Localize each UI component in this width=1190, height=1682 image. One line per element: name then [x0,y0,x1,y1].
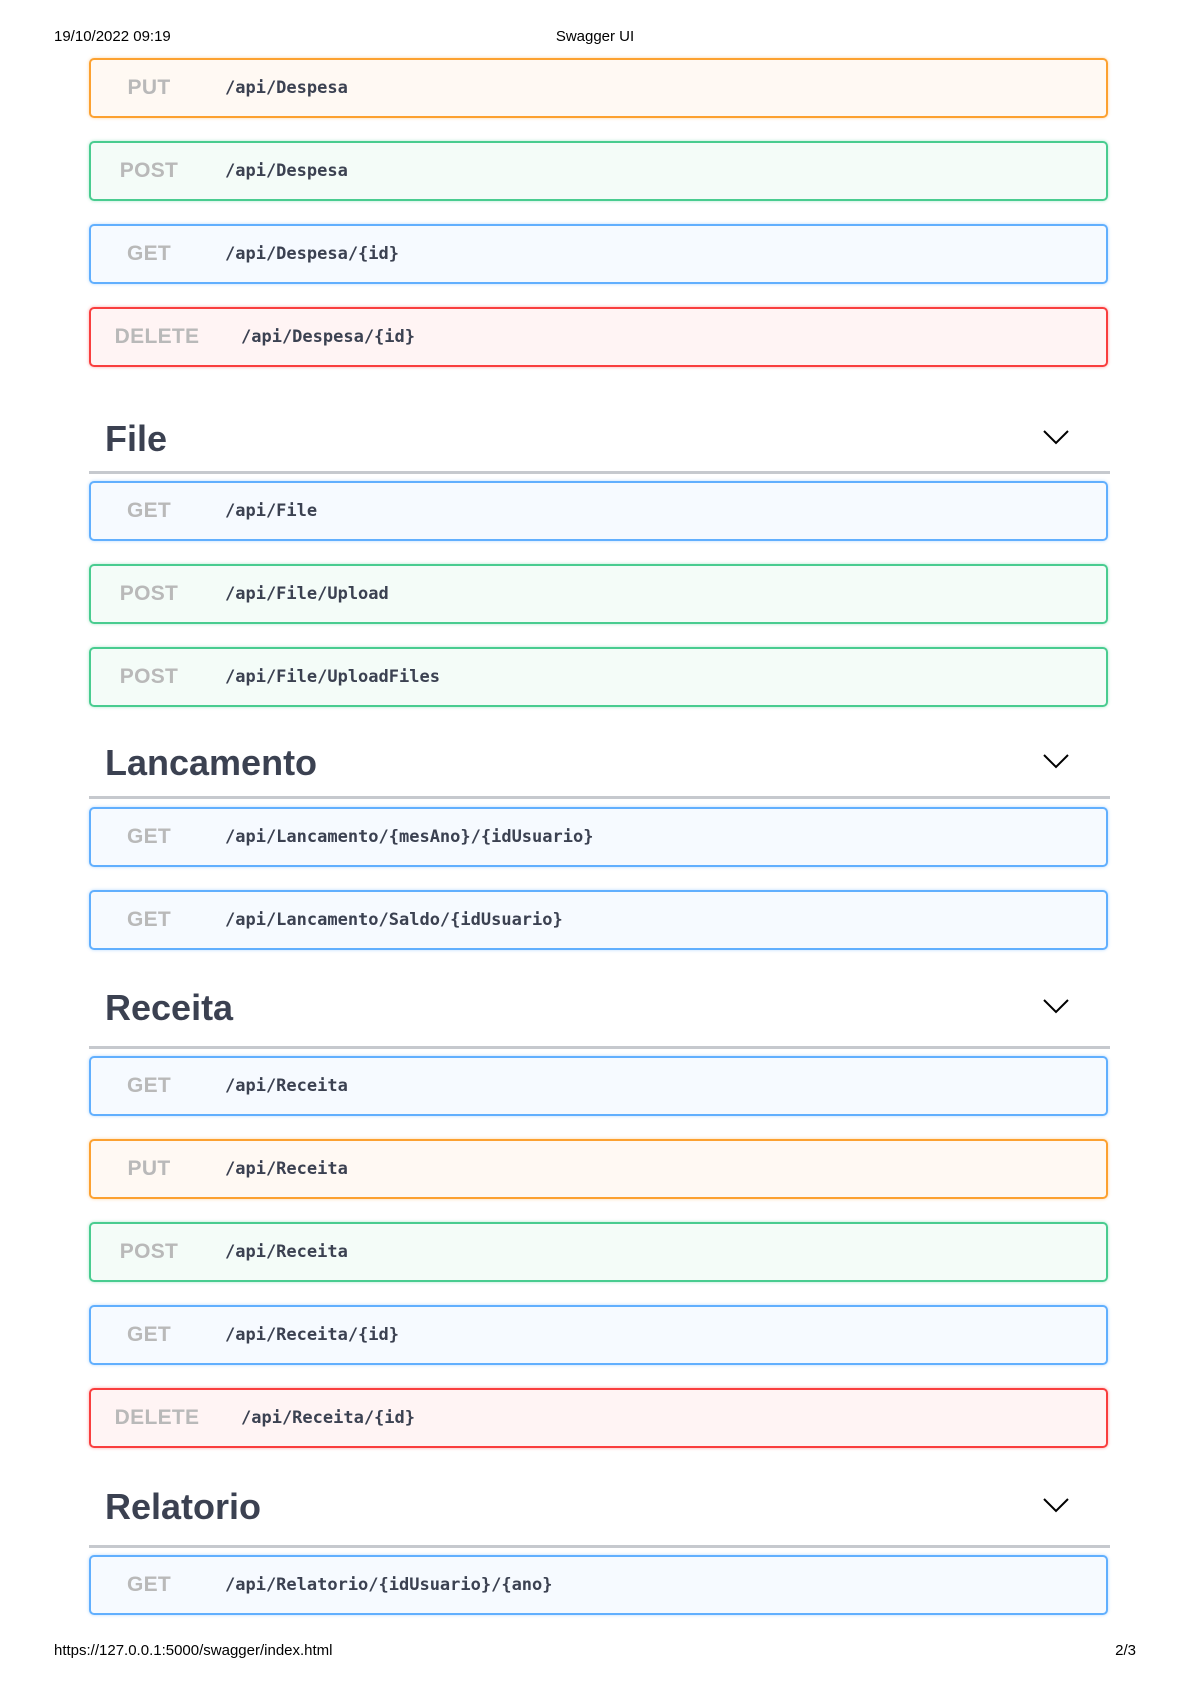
print-url: https://127.0.0.1:5000/swagger/index.htm… [54,1642,333,1659]
tag-section-relatorio: Relatorio GET /api/Relatorio/{idUsuario}… [89,1468,1110,1615]
tag-section-lancamento: Lancamento GET /api/Lancamento/{mesAno}/… [89,729,1110,950]
operation-path: /api/Despesa [225,161,348,181]
operation-path: /api/Receita/{id} [241,1408,415,1428]
operation-get-lancamento-saldo[interactable]: GET /api/Lancamento/Saldo/{idUsuario} [89,890,1108,950]
method-badge: POST [119,665,179,688]
operation-path: /api/Receita/{id} [225,1325,399,1345]
operation-path: /api/Lancamento/Saldo/{idUsuario} [225,910,563,930]
tag-title: File [105,418,168,459]
chevron-down-icon[interactable] [1042,753,1070,769]
operation-path: /api/File/Upload [225,584,389,604]
method-badge: GET [126,499,172,522]
method-badge: DELETE [114,325,200,348]
method-badge: POST [119,159,179,182]
tag-header-receita[interactable]: Receita [89,970,1110,1049]
tag-header-lancamento[interactable]: Lancamento [89,729,1110,799]
operation-path: /api/Despesa/{id} [225,244,399,264]
operation-get-file[interactable]: GET /api/File [89,481,1108,541]
operation-path: /api/Receita [225,1076,348,1096]
operation-delete-despesa-id[interactable]: DELETE /api/Despesa/{id} [89,307,1108,367]
tag-section-file: File GET /api/File POST /api/File/Upload… [89,407,1110,707]
operation-post-despesa[interactable]: POST /api/Despesa [89,141,1108,201]
operation-path: /api/Despesa/{id} [241,327,415,347]
operation-get-lancamento-mesano[interactable]: GET /api/Lancamento/{mesAno}/{idUsuario} [89,807,1108,867]
tag-header-file[interactable]: File [89,407,1110,474]
method-badge: GET [126,1074,172,1097]
method-badge: GET [126,242,172,265]
operation-delete-receita-id[interactable]: DELETE /api/Receita/{id} [89,1388,1108,1448]
operation-path: /api/Despesa [225,78,348,98]
operation-path: /api/Receita [225,1242,348,1262]
operation-get-receita[interactable]: GET /api/Receita [89,1056,1108,1116]
method-badge: POST [119,582,179,605]
tag-title: Receita [105,987,234,1028]
method-badge: PUT [127,1157,171,1180]
tag-title: Lancamento [105,741,318,783]
method-badge: PUT [127,76,171,99]
operation-post-receita[interactable]: POST /api/Receita [89,1222,1108,1282]
operation-get-receita-id[interactable]: GET /api/Receita/{id} [89,1305,1108,1365]
operation-path: /api/File/UploadFiles [225,667,440,687]
print-header: 19/10/2022 09:19 Swagger UI [54,28,1136,48]
operation-path: /api/Receita [225,1159,348,1179]
operation-path: /api/Lancamento/{mesAno}/{idUsuario} [225,827,594,847]
method-badge: GET [126,1573,172,1596]
method-badge: GET [126,1323,172,1346]
chevron-down-icon[interactable] [1042,429,1070,445]
tag-title: Relatorio [105,1485,262,1527]
print-page-title: Swagger UI [555,28,635,45]
swagger-content: PUT /api/Despesa POST /api/Despesa GET /… [89,58,1110,1615]
method-badge: GET [126,908,172,931]
operation-path: /api/Relatorio/{idUsuario}/{ano} [225,1575,553,1595]
method-badge: GET [126,825,172,848]
operation-path: /api/File [225,501,318,521]
tag-header-relatorio[interactable]: Relatorio [89,1468,1110,1548]
operation-put-despesa[interactable]: PUT /api/Despesa [89,58,1108,118]
operation-get-despesa-id[interactable]: GET /api/Despesa/{id} [89,224,1108,284]
print-page-number: 2/3 [1115,1642,1136,1659]
tag-section-receita: Receita GET /api/Receita PUT /api/Receit… [89,970,1110,1448]
chevron-down-icon[interactable] [1042,1497,1070,1513]
operation-get-relatorio[interactable]: GET /api/Relatorio/{idUsuario}/{ano} [89,1555,1108,1615]
method-badge: DELETE [114,1406,200,1429]
print-footer: https://127.0.0.1:5000/swagger/index.htm… [54,1642,1136,1662]
operation-post-file-uploadfiles[interactable]: POST /api/File/UploadFiles [89,647,1108,707]
chevron-down-icon[interactable] [1042,998,1070,1014]
operation-post-file-upload[interactable]: POST /api/File/Upload [89,564,1108,624]
operation-put-receita[interactable]: PUT /api/Receita [89,1139,1108,1199]
method-badge: POST [119,1240,179,1263]
